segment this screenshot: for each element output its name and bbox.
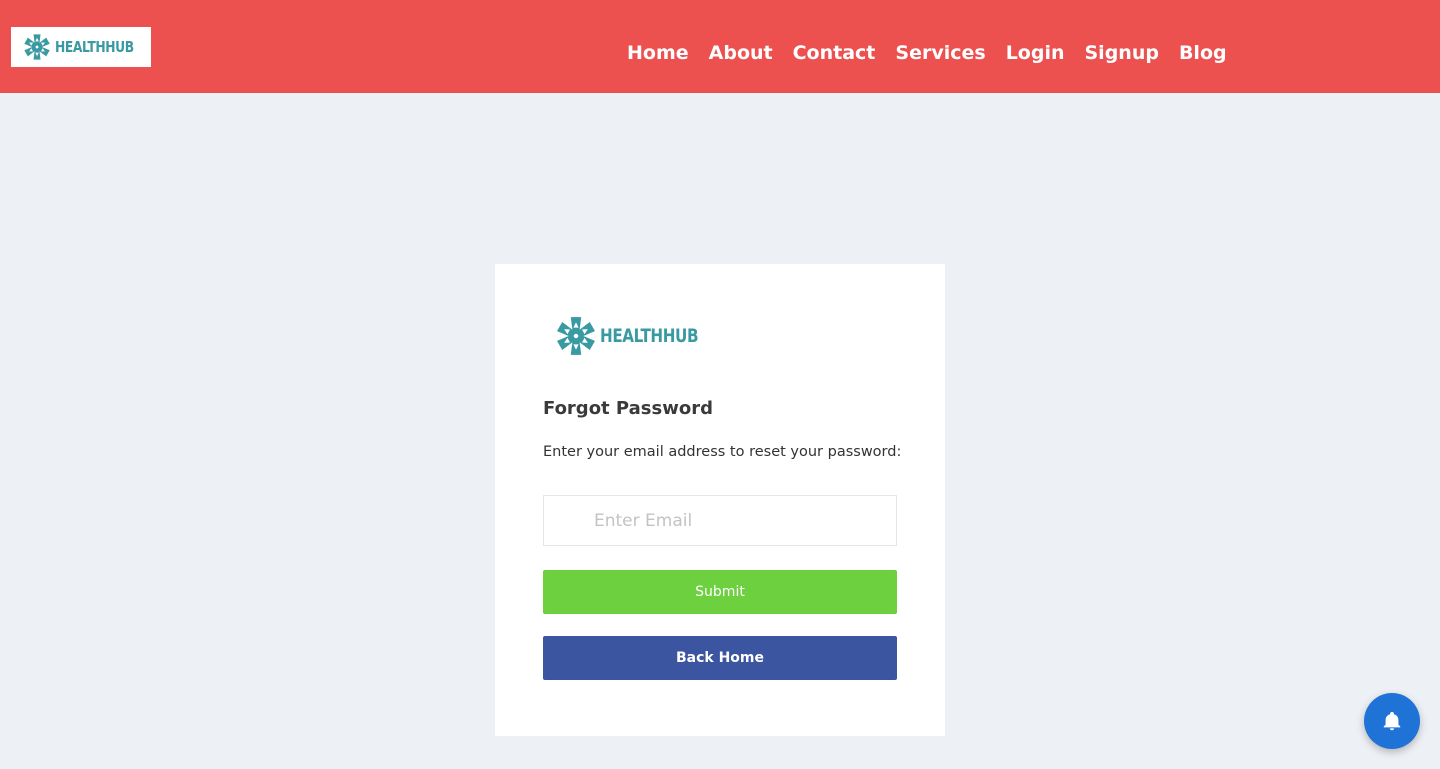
snowflake-logo-icon bbox=[557, 317, 595, 355]
notification-button[interactable] bbox=[1364, 693, 1420, 749]
nav-signup[interactable]: Signup bbox=[1085, 40, 1159, 66]
header-logo[interactable]: HEALTHHUB bbox=[11, 27, 151, 67]
forgot-password-card: HEALTHHUB Forgot Password Enter your ema… bbox=[495, 264, 945, 736]
nav-blog[interactable]: Blog bbox=[1179, 40, 1227, 66]
card-logo: HEALTHHUB bbox=[555, 315, 723, 357]
card-brand-text: HEALTHHUB bbox=[600, 325, 699, 347]
nav-login[interactable]: Login bbox=[1006, 40, 1065, 66]
snowflake-logo-icon bbox=[24, 34, 50, 60]
nav-home[interactable]: Home bbox=[627, 40, 689, 66]
email-input[interactable] bbox=[543, 495, 897, 546]
submit-button[interactable]: Submit bbox=[543, 570, 897, 614]
instructions-text: Enter your email address to reset your p… bbox=[543, 444, 902, 460]
page-title: Forgot Password bbox=[543, 398, 713, 419]
nav-about[interactable]: About bbox=[709, 40, 773, 66]
nav-contact[interactable]: Contact bbox=[793, 40, 876, 66]
bell-icon bbox=[1383, 711, 1401, 731]
top-navbar: HEALTHHUB Home About Contact Services Lo… bbox=[0, 0, 1440, 93]
header-brand-text: HEALTHHUB bbox=[55, 38, 134, 56]
main-nav: Home About Contact Services Login Signup… bbox=[627, 40, 1247, 66]
back-home-button[interactable]: Back Home bbox=[543, 636, 897, 680]
nav-services[interactable]: Services bbox=[895, 40, 985, 66]
